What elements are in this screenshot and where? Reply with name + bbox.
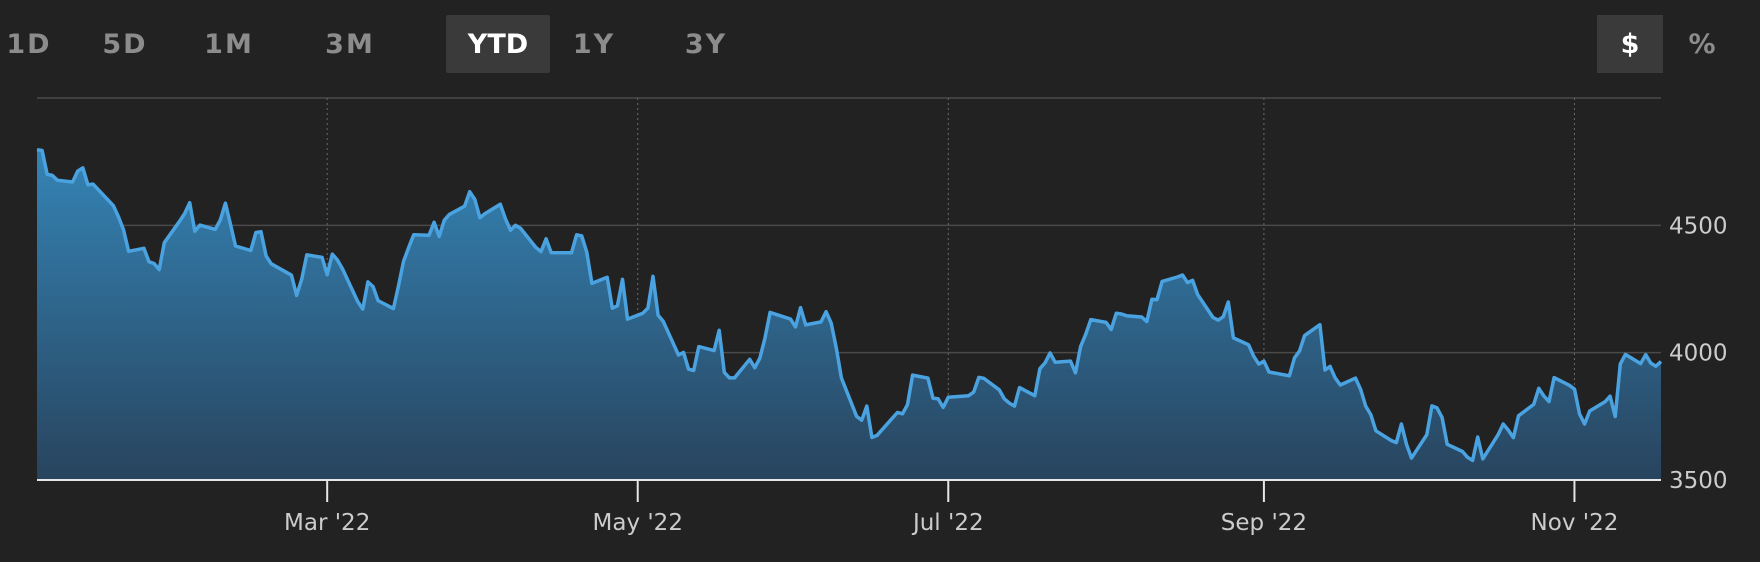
x-tick-label: Mar '22 — [284, 510, 370, 536]
x-tick-label: Jul '22 — [911, 510, 984, 536]
y-tick-label: 3500 — [1669, 468, 1728, 494]
x-tick-label: Sep '22 — [1221, 510, 1307, 536]
price-chart: Mar '22 May '22 Jul '22 Sep '22 Nov '22 3500… — [36, 97, 1728, 536]
y-tick-label: 4500 — [1669, 213, 1728, 239]
y-tick-label: 4000 — [1669, 341, 1728, 367]
price-area-fill — [37, 149, 1661, 480]
x-tick-label: May '22 — [593, 510, 683, 536]
x-tick-label: Nov '22 — [1531, 510, 1619, 536]
